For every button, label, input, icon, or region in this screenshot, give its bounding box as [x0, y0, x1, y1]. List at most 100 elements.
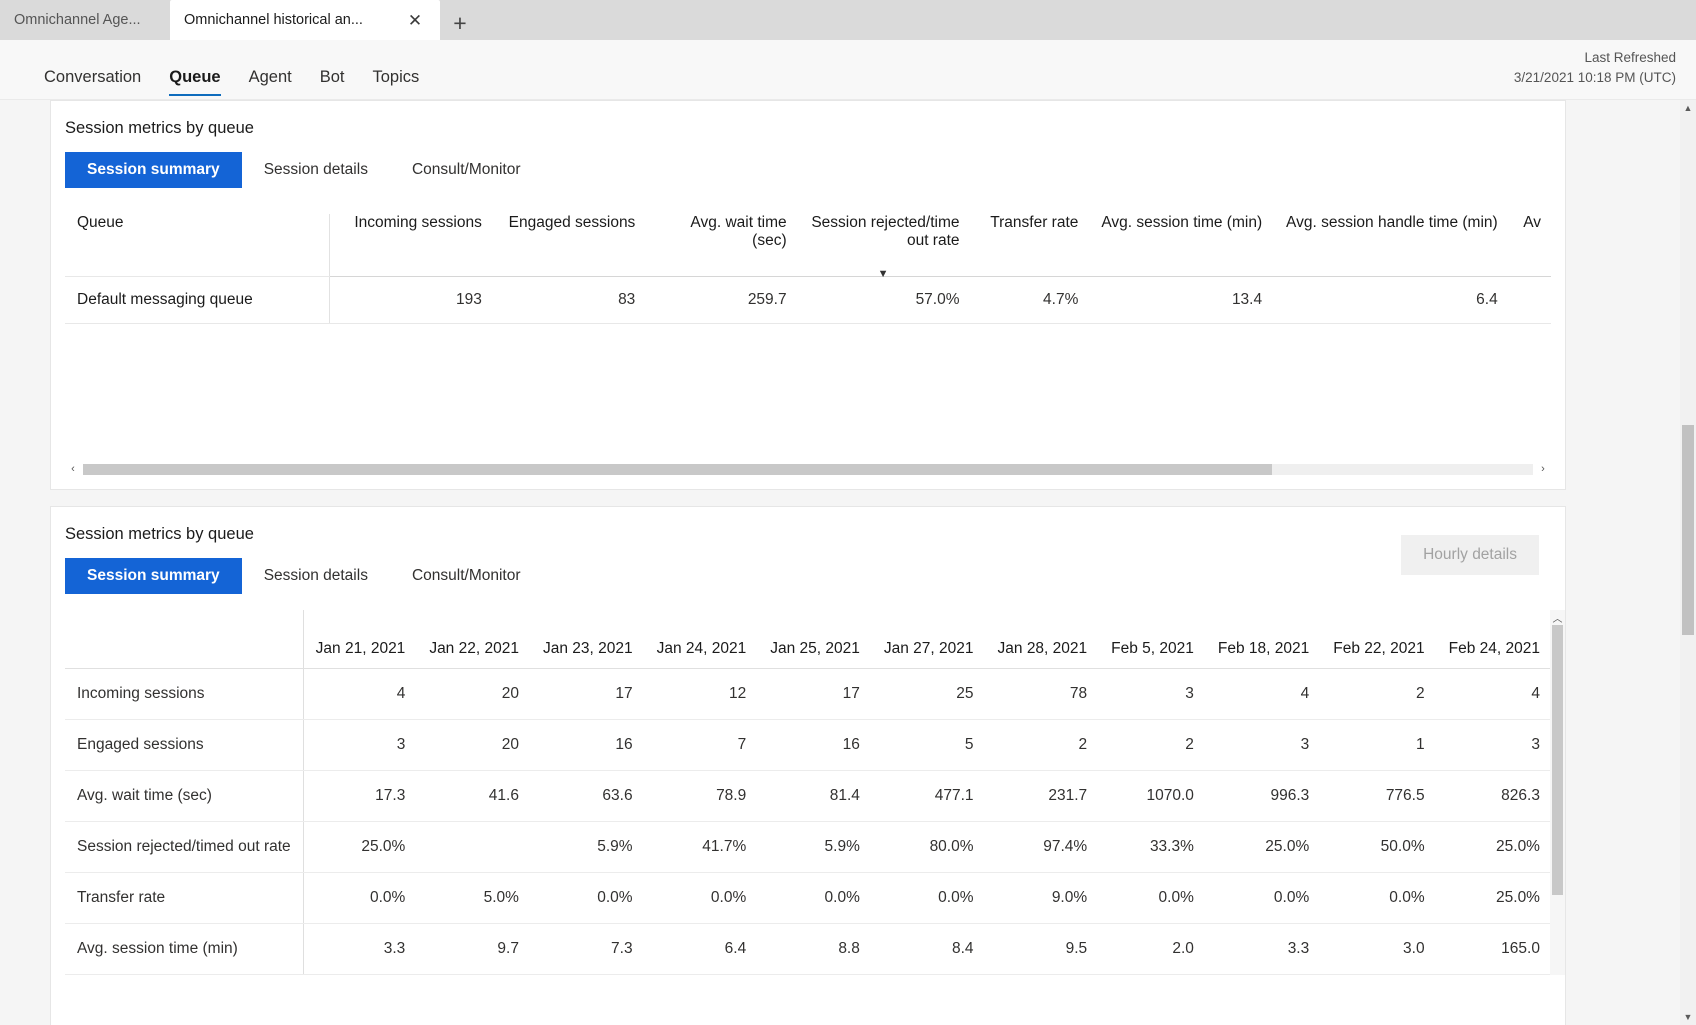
- page-vertical-scrollbar[interactable]: ▲ ▼: [1680, 100, 1696, 1025]
- column-header-session-rejected-rate[interactable]: Session rejected/time out rate ▼: [796, 214, 970, 279]
- metric-cell: 5.9%: [530, 821, 645, 873]
- metric-cell: 25.0%: [1205, 821, 1322, 873]
- tab-label: Queue: [169, 68, 221, 86]
- column-header-date[interactable]: Feb 22, 2021: [1321, 610, 1437, 669]
- metric-cell: 776.5: [1321, 770, 1437, 822]
- last-refreshed-value: 3/21/2021 10:18 PM (UTC): [1513, 69, 1676, 85]
- horizontal-scrollbar[interactable]: ‹ ›: [65, 461, 1551, 477]
- inner-vertical-scrollbar[interactable]: ︿: [1550, 610, 1565, 975]
- column-header-date[interactable]: Feb 18, 2021: [1205, 610, 1322, 669]
- table-row[interactable]: Engaged sessions 3 20 16 7 16 5 2 2 3 1 …: [65, 719, 1565, 771]
- column-header-transfer-rate[interactable]: Transfer rate: [969, 214, 1089, 277]
- table-row[interactable]: Avg. wait time (sec) 17.3 41.6 63.6 78.9…: [65, 770, 1565, 822]
- nav-tab-list: Conversation Queue Agent Bot Topics: [0, 40, 433, 96]
- plus-icon[interactable]: +: [440, 6, 480, 40]
- metric-cell: [417, 821, 531, 873]
- cell-truncated: [1507, 276, 1551, 324]
- table-row[interactable]: Transfer rate 0.0% 5.0% 0.0% 0.0% 0.0% 0…: [65, 872, 1565, 924]
- pivot-label: Session details: [263, 161, 368, 178]
- page-content: Session metrics by queue Session summary…: [0, 100, 1696, 1025]
- tab-agent[interactable]: Agent: [235, 50, 306, 96]
- metric-cell: 9.5: [985, 923, 1100, 975]
- sort-descending-icon[interactable]: ▼: [797, 268, 970, 280]
- metric-cell: 63.6: [530, 770, 645, 822]
- column-header-date[interactable]: Jan 25, 2021: [758, 610, 872, 669]
- pivot-consult-monitor[interactable]: Consult/Monitor: [390, 558, 543, 594]
- scrollbar-thumb[interactable]: [83, 463, 1272, 475]
- metric-cell: 5: [871, 719, 986, 771]
- metric-cell: 0.0%: [644, 872, 759, 924]
- column-header-avg-wait-time[interactable]: Avg. wait time (sec): [645, 214, 797, 277]
- tab-bot[interactable]: Bot: [306, 50, 359, 96]
- metric-cell: 25.0%: [303, 821, 418, 873]
- column-header-date[interactable]: Jan 22, 2021: [417, 610, 531, 669]
- table-row[interactable]: Default messaging queue 193 83 259.7 57.…: [65, 276, 1551, 324]
- metric-cell: 165.0: [1436, 923, 1552, 975]
- column-header-date[interactable]: Jan 28, 2021: [985, 610, 1100, 669]
- daily-metrics-table-container[interactable]: Jan 21, 2021 Jan 22, 2021 Jan 23, 2021 J…: [51, 594, 1565, 975]
- metric-cell: 2: [1099, 719, 1206, 771]
- column-header-text: Session rejected/time out rate: [811, 214, 960, 249]
- metric-cell: 1: [1321, 719, 1437, 771]
- scroll-up-icon[interactable]: ︿: [1550, 610, 1565, 625]
- pivot-session-details[interactable]: Session details: [242, 558, 390, 594]
- pivot-consult-monitor[interactable]: Consult/Monitor: [390, 152, 543, 188]
- column-header-truncated[interactable]: Av: [1507, 214, 1551, 277]
- pivot-session-summary[interactable]: Session summary: [65, 152, 242, 188]
- metric-cell: 7.3: [530, 923, 645, 975]
- browser-tab-inactive[interactable]: Omnichannel Age...: [0, 0, 170, 40]
- pivot-session-details[interactable]: Session details: [242, 152, 390, 188]
- column-header-incoming-sessions[interactable]: Incoming sessions: [329, 214, 492, 277]
- column-header-date[interactable]: Jan 24, 2021: [644, 610, 759, 669]
- metric-cell: 17: [758, 668, 872, 720]
- browser-tab-active[interactable]: Omnichannel historical an... ✕: [170, 0, 440, 40]
- pivot-label: Session summary: [87, 567, 220, 584]
- column-header-engaged-sessions[interactable]: Engaged sessions: [491, 214, 646, 277]
- tab-topics[interactable]: Topics: [359, 50, 434, 96]
- metric-cell: 20: [417, 668, 531, 720]
- metric-cell: 0.0%: [1321, 872, 1437, 924]
- scroll-right-icon[interactable]: ›: [1535, 461, 1551, 477]
- scrollbar-thumb[interactable]: [1552, 625, 1563, 895]
- pivot-list: Session summary Session details Consult/…: [51, 544, 1565, 594]
- scrollbar-track[interactable]: [83, 463, 1533, 475]
- tab-queue[interactable]: Queue: [155, 50, 234, 96]
- close-icon[interactable]: ✕: [404, 9, 426, 31]
- row-header-session-rejected-timed-out-rate: Session rejected/timed out rate: [65, 821, 304, 873]
- tab-conversation[interactable]: Conversation: [30, 50, 155, 96]
- metric-cell: 5.0%: [417, 872, 531, 924]
- session-metrics-by-queue-card-2: Session metrics by queue Hourly details …: [50, 506, 1566, 1025]
- column-header-date[interactable]: Jan 21, 2021: [303, 610, 418, 669]
- queue-table-container[interactable]: Queue Incoming sessions Engaged sessions…: [51, 188, 1565, 324]
- column-header-date[interactable]: Feb 24, 2021: [1436, 610, 1552, 669]
- table-row[interactable]: Avg. session time (min) 3.3 9.7 7.3 6.4 …: [65, 923, 1565, 975]
- metric-cell: 0.0%: [1205, 872, 1322, 924]
- metric-cell: 50.0%: [1321, 821, 1437, 873]
- session-metrics-by-queue-card-1: Session metrics by queue Session summary…: [50, 100, 1566, 490]
- table-row[interactable]: Incoming sessions 4 20 17 12 17 25 78 3 …: [65, 668, 1565, 720]
- metric-cell: 12: [644, 668, 759, 720]
- column-header-date[interactable]: Feb 5, 2021: [1099, 610, 1206, 669]
- metric-cell: 81.4: [758, 770, 872, 822]
- last-refreshed-label: Last Refreshed: [1584, 50, 1676, 65]
- metric-cell: 2: [985, 719, 1100, 771]
- metric-cell: 17.3: [303, 770, 418, 822]
- column-header-date[interactable]: Jan 23, 2021: [530, 610, 645, 669]
- pivot-session-summary[interactable]: Session summary: [65, 558, 242, 594]
- column-header-blank: [65, 610, 304, 669]
- metric-cell: 25.0%: [1436, 821, 1552, 873]
- scroll-left-icon[interactable]: ‹: [65, 461, 81, 477]
- scroll-up-icon[interactable]: ▲: [1680, 100, 1696, 116]
- scrollbar-thumb[interactable]: [1682, 425, 1694, 635]
- column-header-queue[interactable]: Queue: [65, 214, 331, 277]
- table-row[interactable]: Session rejected/timed out rate 25.0% 5.…: [65, 821, 1565, 873]
- cell-queue-name: Default messaging queue: [65, 276, 331, 324]
- column-header-avg-session-time[interactable]: Avg. session time (min): [1088, 214, 1273, 277]
- card-title: Session metrics by queue: [65, 525, 254, 543]
- column-header-date[interactable]: Jan 27, 2021: [871, 610, 986, 669]
- column-header-avg-session-handle-time[interactable]: Avg. session handle time (min): [1272, 214, 1508, 277]
- metric-cell: 6.4: [644, 923, 759, 975]
- cell-session-rejected-rate: 57.0%: [796, 276, 970, 324]
- hourly-details-button[interactable]: Hourly details: [1401, 535, 1539, 575]
- scroll-down-icon[interactable]: ▼: [1680, 1009, 1696, 1025]
